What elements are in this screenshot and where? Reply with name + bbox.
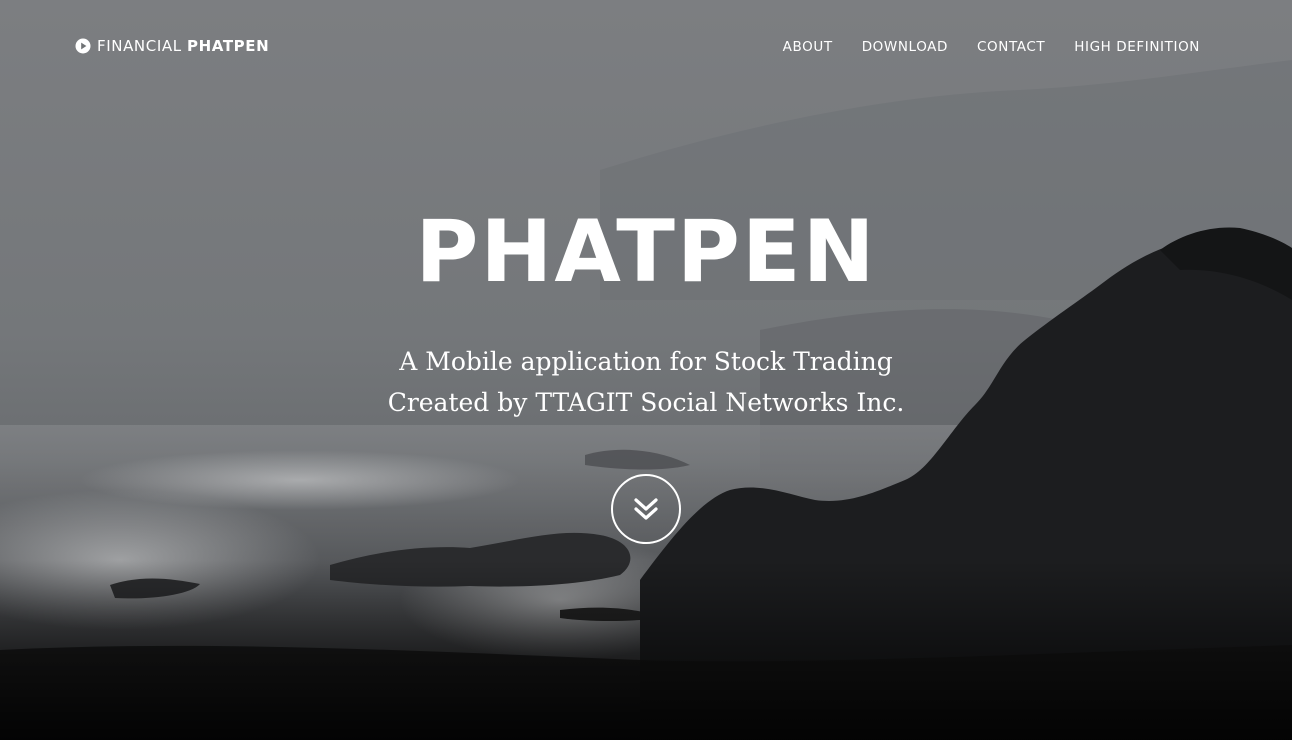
brand-name-bold: PHATPEN xyxy=(187,37,270,55)
nav-link-about[interactable]: ABOUT xyxy=(783,39,833,55)
top-navbar: FINANCIAL PHATPEN ABOUT DOWNLOAD CONTACT… xyxy=(0,0,1292,90)
nav-link-high-definition[interactable]: HIGH DEFINITION xyxy=(1074,39,1200,55)
hero-title: PHATPEN xyxy=(415,202,877,302)
scroll-down-button[interactable] xyxy=(611,474,681,544)
hero-subtitle-line-2: Created by TTAGIT Social Networks Inc. xyxy=(387,388,905,417)
hero-subtitle-line-1: A Mobile application for Stock Trading xyxy=(399,347,893,376)
brand-name-light: FINANCIAL xyxy=(97,37,182,55)
play-circle-icon xyxy=(75,38,91,54)
hero-subtitle: A Mobile application for Stock Trading C… xyxy=(0,341,1292,423)
nav-link-contact[interactable]: CONTACT xyxy=(977,39,1045,55)
double-chevron-down-icon xyxy=(634,498,658,520)
nav-item-high-definition: HIGH DEFINITION xyxy=(1074,36,1200,55)
brand-name: FINANCIAL PHATPEN xyxy=(97,37,269,55)
brand-logo-link[interactable]: FINANCIAL PHATPEN xyxy=(75,35,269,57)
nav-item-download: DOWNLOAD xyxy=(862,36,948,55)
nav-item-about: ABOUT xyxy=(783,36,833,55)
nav-link-download[interactable]: DOWNLOAD xyxy=(862,39,948,55)
page: FINANCIAL PHATPEN ABOUT DOWNLOAD CONTACT… xyxy=(0,0,1292,740)
nav-item-contact: CONTACT xyxy=(977,36,1045,55)
nav-links: ABOUT DOWNLOAD CONTACT HIGH DEFINITION xyxy=(783,36,1200,55)
